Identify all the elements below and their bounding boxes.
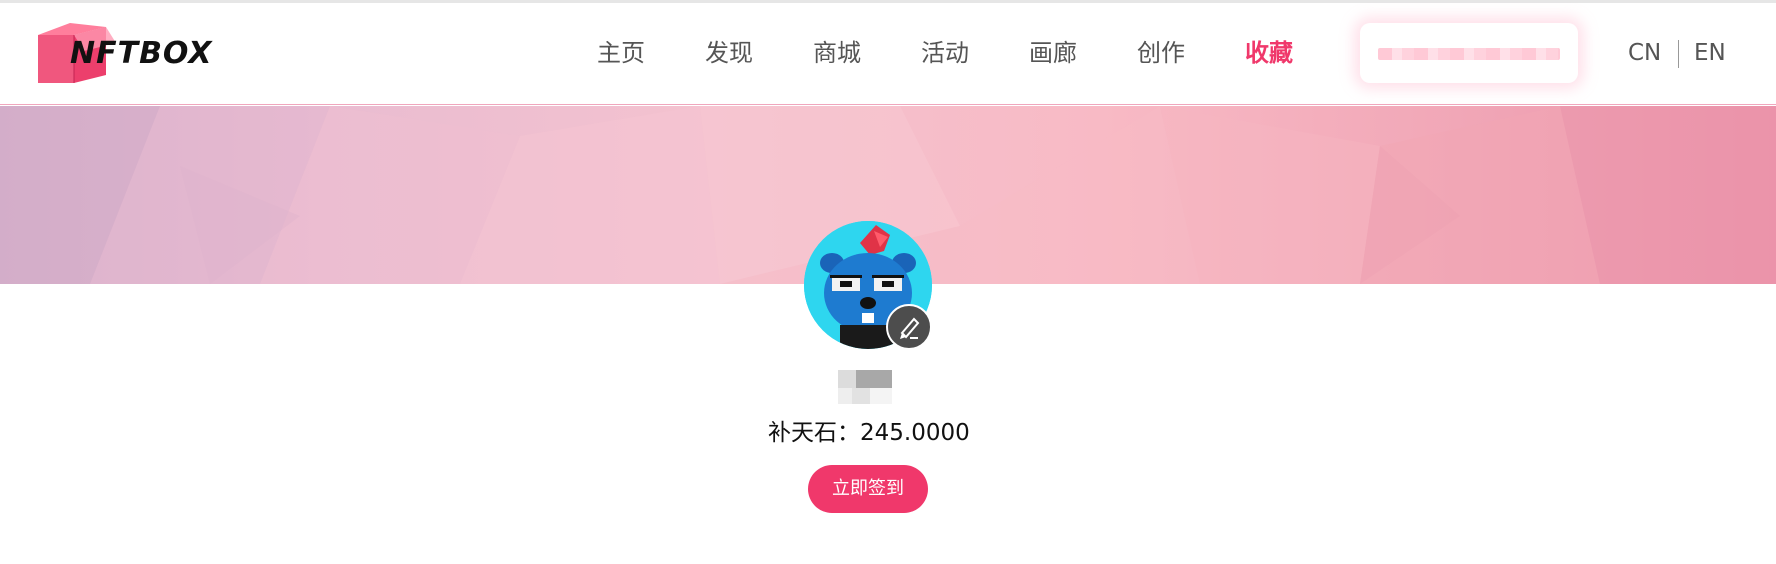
lang-cn[interactable]: CN <box>1628 37 1661 69</box>
balance-display: 补天石：245.0000 <box>768 418 970 448</box>
lang-en[interactable]: EN <box>1694 37 1726 69</box>
site-header: NFTBOX 主页 发现 商城 活动 画廊 创作 收藏 CN EN <box>0 3 1776 105</box>
balance-value: 245.0000 <box>860 420 970 446</box>
nav-create[interactable]: 创作 <box>1137 35 1185 71</box>
balance-label: 补天石： <box>768 420 860 446</box>
edit-avatar-button[interactable] <box>886 304 932 350</box>
username-blurred <box>838 370 892 406</box>
nav-home[interactable]: 主页 <box>597 35 645 71</box>
pencil-icon <box>900 317 920 339</box>
lang-divider <box>1678 40 1679 68</box>
nav-mall[interactable]: 商城 <box>813 35 861 71</box>
nav-collection[interactable]: 收藏 <box>1245 35 1293 71</box>
nav-events[interactable]: 活动 <box>921 35 969 71</box>
nav-discover[interactable]: 发现 <box>705 35 753 71</box>
sign-in-button[interactable]: 立即签到 <box>808 465 928 513</box>
account-area-blurred[interactable] <box>1360 23 1578 83</box>
nav-gallery[interactable]: 画廊 <box>1029 35 1077 71</box>
blurred-content <box>1378 48 1560 60</box>
